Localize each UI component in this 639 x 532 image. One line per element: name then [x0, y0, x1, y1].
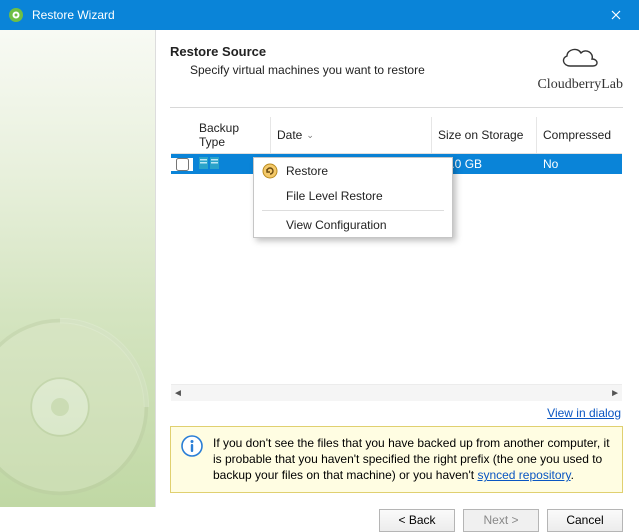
col-checkbox [171, 117, 193, 153]
wizard-body: Restore Source Specify virtual machines … [0, 30, 639, 507]
close-button[interactable] [593, 0, 639, 30]
brand-logo: CloudberryLab [537, 44, 623, 93]
menu-view-config-label: View Configuration [286, 218, 387, 232]
cancel-button[interactable]: Cancel [547, 509, 623, 532]
scroll-left-icon[interactable]: ◄ [173, 388, 183, 399]
menu-view-configuration[interactable]: View Configuration [254, 213, 452, 237]
titlebar: Restore Wizard [0, 0, 639, 30]
back-button[interactable]: < Back [379, 509, 455, 532]
context-menu: Restore File Level Restore View Configur… [253, 157, 453, 238]
button-bar: < Back Next > Cancel [170, 509, 623, 532]
col-size[interactable]: Size on Storage [432, 117, 537, 153]
view-in-dialog-link[interactable]: View in dialog [547, 406, 621, 420]
info-box: If you don't see the files that you have… [170, 426, 623, 493]
menu-restore-label: Restore [286, 164, 328, 178]
col-date[interactable]: Date ⌄ [271, 117, 432, 153]
info-icon [181, 435, 203, 460]
restore-icon [262, 163, 278, 179]
disc-art-icon [0, 317, 150, 497]
vm-icon [199, 156, 221, 173]
wizard-main: Restore Source Specify virtual machines … [156, 30, 639, 507]
row-compressed-cell: No [537, 157, 622, 171]
row-checkbox[interactable] [176, 158, 189, 171]
info-text-period: . [571, 468, 574, 482]
menu-file-level-restore[interactable]: File Level Restore [254, 184, 452, 208]
brand-name: CloudberryLab [537, 77, 623, 93]
close-icon [611, 10, 621, 20]
menu-file-level-label: File Level Restore [286, 189, 383, 203]
page-title: Restore Source [170, 44, 425, 59]
col-date-label: Date [277, 128, 302, 142]
app-icon [8, 7, 24, 23]
cloud-icon [537, 44, 623, 75]
horizontal-scrollbar[interactable]: ◄ ► [171, 384, 622, 401]
row-checkbox-cell [171, 158, 193, 171]
divider [170, 107, 623, 108]
next-button: Next > [463, 509, 539, 532]
page-subtitle: Specify virtual machines you want to res… [190, 63, 425, 77]
menu-restore[interactable]: Restore [254, 158, 452, 184]
sort-indicator-icon: ⌄ [306, 130, 314, 141]
info-text: If you don't see the files that you have… [213, 435, 612, 484]
scroll-right-icon[interactable]: ► [610, 388, 620, 399]
wizard-sidebar [0, 30, 156, 507]
menu-separator [262, 210, 444, 211]
col-backup-type[interactable]: Backup Type [193, 117, 271, 153]
col-compressed[interactable]: Compressed [537, 117, 622, 153]
window-title: Restore Wizard [32, 8, 593, 22]
table-header: Backup Type Date ⌄ Size on Storage Compr… [171, 117, 622, 154]
synced-repository-link[interactable]: synced repository [477, 468, 570, 482]
backup-table: Backup Type Date ⌄ Size on Storage Compr… [170, 116, 623, 402]
